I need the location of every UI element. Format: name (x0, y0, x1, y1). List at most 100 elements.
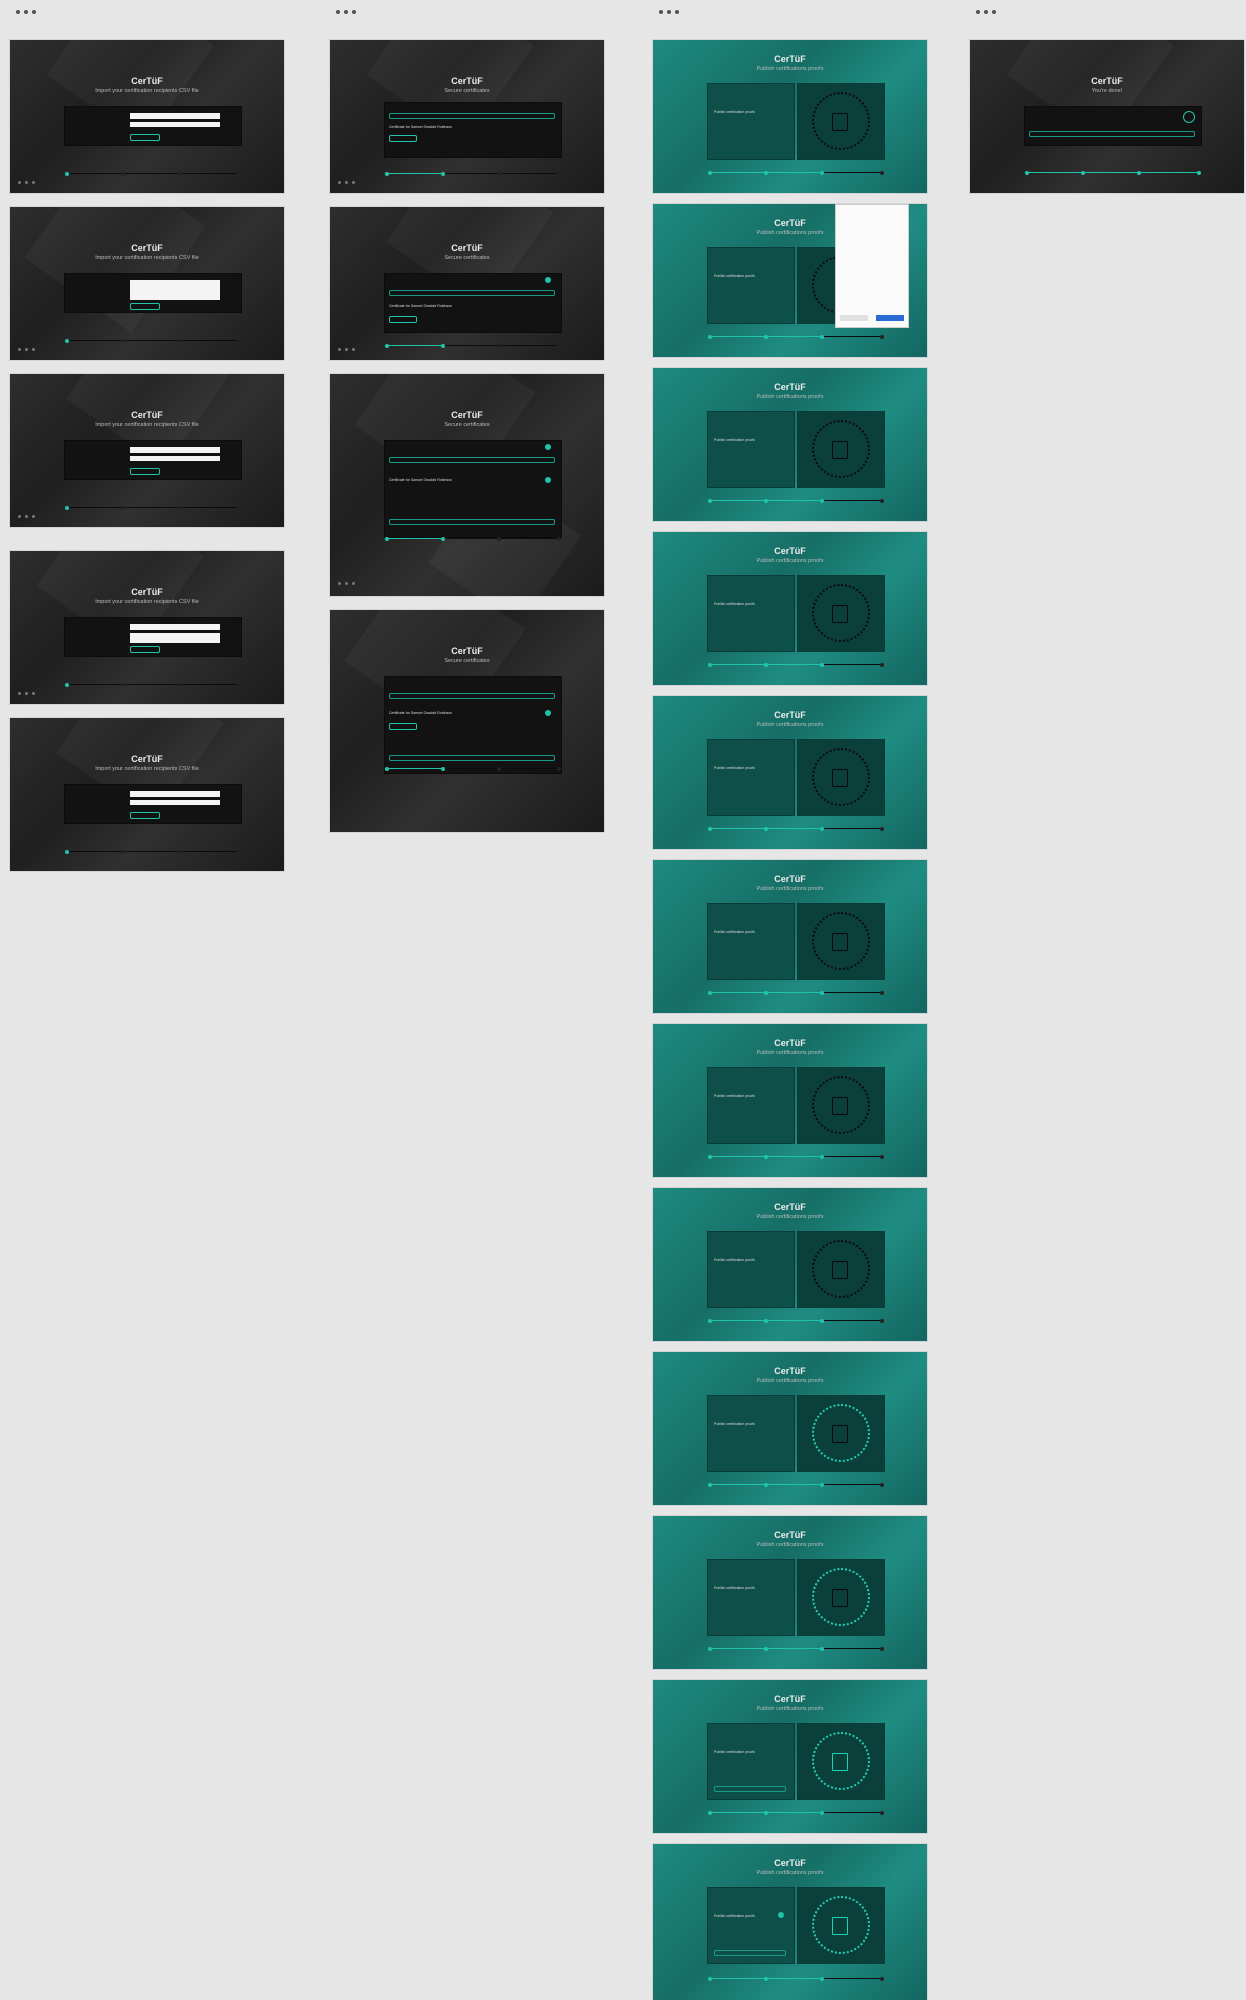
column-select-field[interactable] (130, 122, 220, 127)
panel-title: Publish certification proofs (714, 766, 755, 770)
step-subtitle: Publish certifications proofs (756, 1214, 824, 1220)
artboard-import-3[interactable]: CerTüF Import your certification recipie… (10, 374, 284, 527)
app-title: CerTüF (774, 54, 806, 64)
csv-file-field[interactable] (130, 447, 220, 453)
import-button[interactable] (130, 646, 160, 653)
passphrase-field[interactable] (389, 693, 555, 699)
wallet-popup[interactable] (835, 204, 909, 328)
app-title: CerTüF (131, 76, 163, 86)
publish-info-panel: Publish certification proofs (707, 1067, 795, 1144)
document-icon (832, 1589, 848, 1607)
artboard-publish-1[interactable]: CerTüF Publish certifications proofs Pub… (653, 40, 927, 193)
download-field[interactable] (389, 755, 555, 761)
artboard-done[interactable]: CerTüF You're done! (970, 40, 1244, 193)
artboard-import-5[interactable]: CerTüF Import your certification recipie… (10, 718, 284, 871)
panel-title: Publish certification proofs (714, 438, 755, 442)
progress-bar (65, 338, 241, 343)
check-icon (545, 277, 551, 283)
certificate-row-label: Certificate for Samuel Owalobi Robinson (389, 125, 453, 129)
publish-visual-panel (797, 1395, 885, 1472)
csv-file-field[interactable] (130, 624, 220, 630)
download-field[interactable] (389, 519, 555, 525)
publish-visual-panel (797, 411, 885, 488)
app-title: CerTüF (131, 754, 163, 764)
check-icon (1183, 111, 1195, 123)
csv-file-field[interactable] (130, 113, 220, 119)
column-menu-icon[interactable] (976, 10, 996, 14)
progress-bar (708, 1482, 884, 1487)
column-select-field[interactable] (130, 633, 220, 643)
import-button[interactable] (130, 303, 160, 310)
footer-dots-icon (338, 582, 355, 585)
step-subtitle: Publish certifications proofs (756, 558, 824, 564)
document-icon (832, 933, 848, 951)
passphrase-field[interactable] (389, 457, 555, 463)
column-menu-icon[interactable] (659, 10, 679, 14)
artboard-publish-10[interactable]: CerTüF Publish certifications proofs Pub… (653, 1516, 927, 1669)
artboard-publish-7[interactable]: CerTüF Publish certifications proofs Pub… (653, 1024, 927, 1177)
publish-action-field[interactable] (714, 1950, 786, 1956)
progress-bar (385, 343, 561, 348)
step-subtitle: Publish certifications proofs (756, 394, 824, 400)
csv-file-field[interactable] (130, 791, 220, 797)
artboard-publish-4[interactable]: CerTüF Publish certifications proofs Pub… (653, 532, 927, 685)
step-subtitle: Publish certifications proofs (756, 1870, 824, 1876)
artboard-secure-1[interactable]: CerTüF Secure certificates Certificate f… (330, 40, 604, 193)
download-all-field[interactable] (1029, 131, 1195, 137)
footer-dots-icon (18, 181, 35, 184)
progress-bar (708, 498, 884, 503)
secure-button[interactable] (389, 135, 417, 142)
step-subtitle: Publish certifications proofs (756, 1706, 824, 1712)
step-subtitle: Publish certifications proofs (756, 66, 824, 72)
secure-button[interactable] (389, 723, 417, 730)
import-button[interactable] (130, 134, 160, 141)
artboard-publish-12[interactable]: CerTüF Publish certifications proofs Pub… (653, 1844, 927, 2000)
artboard-publish-3[interactable]: CerTüF Publish certifications proofs Pub… (653, 368, 927, 521)
publish-info-panel: Publish certification proofs (707, 575, 795, 652)
column-menu-icon[interactable] (16, 10, 36, 14)
confirm-button[interactable] (876, 315, 904, 321)
document-icon (832, 1917, 848, 1935)
footer-dots-icon (18, 515, 35, 518)
artboard-publish-9[interactable]: CerTüF Publish certifications proofs Pub… (653, 1352, 927, 1505)
progress-bar (385, 171, 561, 176)
panel-title: Publish certification proofs (714, 110, 755, 114)
publish-info-panel: Publish certification proofs (707, 903, 795, 980)
publish-info-panel: Publish certification proofs (707, 1559, 795, 1636)
artboard-publish-5[interactable]: CerTüF Publish certifications proofs Pub… (653, 696, 927, 849)
artboard-publish-2[interactable]: CerTüF Publish certifications proofs Pub… (653, 204, 927, 357)
publish-visual-panel (797, 83, 885, 160)
artboard-import-4[interactable]: CerTüF Import your certification recipie… (10, 551, 284, 704)
artboard-publish-8[interactable]: CerTüF Publish certifications proofs Pub… (653, 1188, 927, 1341)
step-subtitle: Import your certification recipients CSV… (95, 255, 199, 261)
done-panel (1024, 106, 1202, 146)
dropdown-open[interactable] (130, 280, 220, 300)
import-button[interactable] (130, 812, 160, 819)
passphrase-field[interactable] (389, 290, 555, 296)
publish-visual-panel (797, 1723, 885, 1800)
artboard-secure-4[interactable]: CerTüF Secure certificates Certificate f… (330, 610, 604, 832)
passphrase-field[interactable] (389, 113, 555, 119)
artboard-secure-3[interactable]: CerTüF Secure certificates Certificate f… (330, 374, 604, 596)
artboard-import-2[interactable]: CerTüF Import your certification recipie… (10, 207, 284, 360)
import-button[interactable] (130, 468, 160, 475)
secure-panel: Certificate for Samuel Owalobi Robinson (384, 102, 562, 158)
column-select-field[interactable] (130, 456, 220, 461)
import-form-panel (64, 440, 242, 480)
publish-action-field[interactable] (714, 1786, 786, 1792)
secure-panel: Certificate for Samuel Owalobi Robinson (384, 273, 562, 333)
panel-title: Publish certification proofs (714, 930, 755, 934)
reject-button[interactable] (840, 315, 868, 321)
artboard-secure-2[interactable]: CerTüF Secure certificates Certificate f… (330, 207, 604, 360)
secure-button[interactable] (389, 316, 417, 323)
app-title: CerTüF (131, 587, 163, 597)
publish-visual-panel (797, 903, 885, 980)
footer-dots-icon (338, 348, 355, 351)
column-menu-icon[interactable] (336, 10, 356, 14)
progress-bar (65, 505, 241, 510)
document-icon (832, 1753, 848, 1771)
artboard-publish-11[interactable]: CerTüF Publish certifications proofs Pub… (653, 1680, 927, 1833)
artboard-import-1[interactable]: CerTüF Import your certification recipie… (10, 40, 284, 193)
artboard-publish-6[interactable]: CerTüF Publish certifications proofs Pub… (653, 860, 927, 1013)
column-select-field[interactable] (130, 800, 220, 805)
